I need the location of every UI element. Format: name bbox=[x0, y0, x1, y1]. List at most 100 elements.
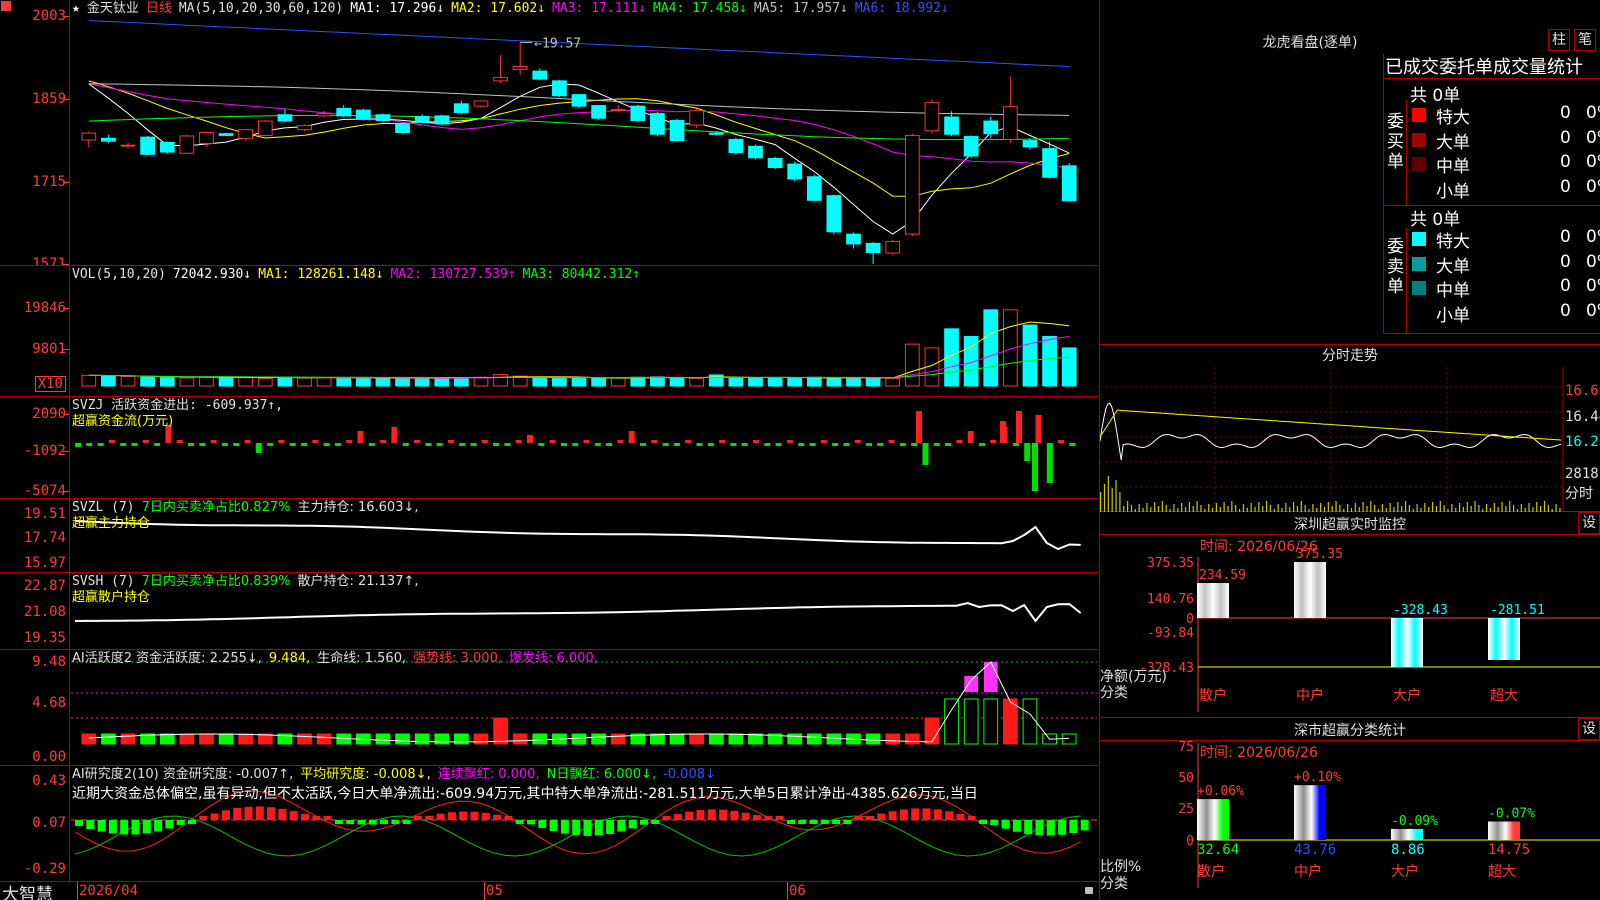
date-label: 06 bbox=[789, 883, 806, 899]
research-bar bbox=[798, 820, 807, 824]
research-bar bbox=[1069, 820, 1078, 833]
svzl-header: SVZL (7) 7日内买卖净占比0.827% 主力持仓: 16.603↓, 超赢主… bbox=[72, 500, 426, 532]
activity-bar bbox=[532, 733, 548, 745]
candle-body bbox=[493, 76, 508, 82]
volume-bar bbox=[532, 377, 548, 387]
svzj-bar bbox=[154, 443, 161, 446]
svzj-bar bbox=[391, 427, 398, 443]
research-bar bbox=[1012, 820, 1021, 832]
candle-body bbox=[316, 113, 332, 117]
research-bar bbox=[786, 820, 795, 824]
activity-bar-burst bbox=[964, 676, 979, 692]
research-bar bbox=[176, 820, 185, 825]
volume-panel[interactable]: 19846 9801 X10 VOL(5,10,20) 72042.930↓ MA1… bbox=[0, 266, 1098, 397]
volume-bar bbox=[669, 377, 685, 387]
minute-volume-bar bbox=[1161, 501, 1163, 512]
research-bar bbox=[911, 808, 920, 820]
svsh-panel[interactable]: 22.87 21.08 19.35 SVSH (7) 7日内买卖净占比0.839%… bbox=[0, 573, 1098, 650]
axis-label: 9.48 bbox=[32, 654, 66, 670]
svzj-bar bbox=[1024, 443, 1031, 461]
minute-volume-bar bbox=[1555, 504, 1557, 512]
favorite-star-icon[interactable]: ★ bbox=[72, 1, 80, 16]
svzj-bar bbox=[606, 443, 613, 446]
svzj-bar bbox=[75, 443, 81, 447]
tick-mode-button[interactable]: 笔 bbox=[1574, 29, 1596, 51]
minute-volume-bar bbox=[1269, 505, 1272, 512]
activity-bar bbox=[101, 733, 116, 745]
sell-orders-label: 委卖单 bbox=[1387, 237, 1404, 297]
svzj-bar bbox=[447, 440, 454, 443]
activity-bar bbox=[591, 733, 606, 745]
sell-row: 大单 0 0% bbox=[1410, 252, 1600, 277]
date-label: 05 bbox=[486, 883, 503, 899]
research-bar bbox=[289, 811, 298, 820]
minute-volume-bar bbox=[1231, 501, 1233, 512]
research-bar bbox=[459, 811, 468, 820]
ai-activity-panel[interactable]: 9.48 4.68 0.00 AI活跃度2 资金活跃度: 2.255↓, 9.48… bbox=[0, 650, 1098, 766]
minute-volume-bar bbox=[1200, 505, 1202, 512]
minute-volume-bar bbox=[1250, 503, 1252, 512]
vol-ma1: MA1: 128261.148↓ bbox=[258, 267, 384, 282]
volume-bar bbox=[316, 377, 332, 387]
classify-bar bbox=[1197, 799, 1229, 840]
intraday-chart bbox=[1100, 367, 1564, 512]
research-bar bbox=[414, 816, 422, 820]
minute-volume-bar bbox=[1478, 505, 1480, 512]
svzj-subtitle: 超赢资金流(万元) bbox=[72, 414, 174, 429]
svzj-panel[interactable]: 2090 -1092 -5074 SVZJ 活跃资金进出: -609.937↑,… bbox=[0, 397, 1098, 499]
svzj-bar bbox=[651, 440, 658, 443]
category-label: 大户 bbox=[1391, 863, 1419, 880]
row-count: 0 bbox=[1560, 276, 1571, 296]
category-label: 超大 bbox=[1490, 688, 1518, 704]
activity-bar bbox=[297, 733, 312, 745]
volume-bar bbox=[238, 377, 254, 387]
candle-body bbox=[885, 241, 901, 254]
ma4-value: MA4: 17.458↓ bbox=[653, 1, 747, 16]
classify-bar bbox=[1488, 821, 1520, 840]
research-bar bbox=[673, 814, 682, 820]
svzj-bar bbox=[753, 440, 759, 443]
svzj-bar bbox=[549, 440, 556, 443]
svzl-subtitle: 超赢主力持仓 bbox=[72, 516, 151, 531]
candle-body bbox=[708, 132, 724, 135]
svzj-bar bbox=[357, 431, 364, 443]
research-bar bbox=[301, 813, 309, 820]
ai-research-panel[interactable]: 0.43 0.07 -0.29 AI研究度2(10) 资金研究度: -0.007… bbox=[0, 766, 1098, 882]
research-bar bbox=[741, 812, 750, 820]
svzj-header: SVZJ 活跃资金进出: -609.937↑, 超赢资金流(万元) bbox=[72, 398, 283, 430]
volume-bar bbox=[591, 377, 606, 387]
research-bar bbox=[651, 820, 660, 824]
svzj-bar bbox=[888, 440, 895, 443]
svzj-bar bbox=[323, 443, 330, 446]
ma5-value: MA5: 17.957↓ bbox=[753, 1, 848, 16]
axis-label: 19846 bbox=[23, 300, 66, 316]
research-bar bbox=[753, 815, 761, 820]
research-bar bbox=[504, 816, 513, 820]
minute-volume-bar bbox=[1223, 502, 1225, 512]
candle-body bbox=[238, 129, 254, 139]
ai1-strong: 强势线: 3.000, bbox=[413, 651, 502, 666]
ai1-header: AI活跃度2 资金活跃度: 2.255↓, 9.484, 生命线: 1.560, 强势… bbox=[72, 651, 605, 667]
axis-label: 0.07 bbox=[32, 815, 66, 831]
axis-label: 0.00 bbox=[32, 749, 66, 765]
buy-row: 特大 0 0% bbox=[1410, 103, 1600, 128]
svsh-ratio: 7日内买卖净占比0.839% bbox=[141, 574, 291, 589]
research-bar bbox=[436, 813, 445, 820]
classify-bar bbox=[1391, 828, 1423, 840]
research-bar bbox=[108, 820, 117, 834]
activity-bar bbox=[571, 733, 587, 745]
main-kline-panel[interactable]: 2003 1859 1715 1571 ←19.57←15.71 ★ 金天钛业日线… bbox=[0, 0, 1098, 266]
bar-mode-button[interactable]: 柱 bbox=[1548, 29, 1570, 51]
dragon-title: 龙虎看盘(逐单) bbox=[1262, 35, 1358, 51]
svzj-bar bbox=[346, 440, 353, 443]
period-label[interactable]: 日线 bbox=[146, 1, 172, 16]
research-bar bbox=[583, 820, 592, 836]
lock-icon[interactable] bbox=[1085, 887, 1093, 894]
svzl-panel[interactable]: 19.51 17.74 15.97 SVZL (7) 7日内买卖净占比0.827%… bbox=[0, 499, 1098, 573]
ma-params: MA(5,10,20,30,60,120) bbox=[178, 1, 344, 16]
intraday-panel[interactable]: 分时走势 16.65 16.44 16.23 2818 分时 bbox=[1099, 345, 1600, 512]
research-bar bbox=[278, 808, 287, 820]
svzl-ratio: 7日内买卖净占比0.827% bbox=[141, 500, 291, 515]
svzj-bar bbox=[843, 443, 850, 446]
window-menu-icon[interactable] bbox=[1, 1, 11, 11]
